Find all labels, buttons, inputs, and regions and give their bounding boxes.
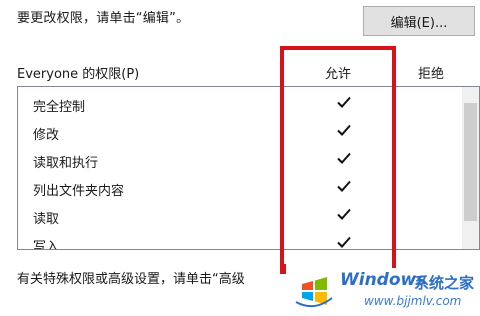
permission-label: 读取 bbox=[33, 212, 60, 227]
watermark: Windows 系统之家 www.bjjmlv.com bbox=[288, 264, 480, 316]
column-deny: 拒绝 bbox=[418, 67, 445, 82]
permissions-header: Everyone 的权限(P) bbox=[17, 67, 140, 82]
watermark-site-name: 系统之家 bbox=[414, 274, 475, 292]
permission-label: 修改 bbox=[33, 128, 60, 143]
scrollbar-thumb[interactable] bbox=[464, 103, 477, 221]
permissions-list[interactable]: 完全控制 修改 读取和执行 列出文件夹内容 读取 写入 bbox=[17, 86, 480, 250]
permission-label: 完全控制 bbox=[33, 100, 86, 115]
permission-label: 读取和执行 bbox=[33, 156, 99, 171]
windows-logo-icon bbox=[295, 277, 333, 308]
permission-label: 列出文件夹内容 bbox=[33, 184, 125, 199]
permission-label: 写入 bbox=[33, 240, 60, 250]
advanced-hint-text: 有关特殊权限或高级设置，请单击“高级 bbox=[17, 272, 245, 287]
watermark-url: www.bjjmlv.com bbox=[364, 294, 462, 308]
highlight-box-tail bbox=[280, 264, 286, 274]
edit-hint-text: 要更改权限，请单击“编辑”。 bbox=[17, 11, 190, 26]
edit-button[interactable]: 编辑(E)... bbox=[363, 6, 475, 36]
highlight-box bbox=[280, 46, 396, 268]
list-scrollbar[interactable] bbox=[462, 87, 479, 249]
